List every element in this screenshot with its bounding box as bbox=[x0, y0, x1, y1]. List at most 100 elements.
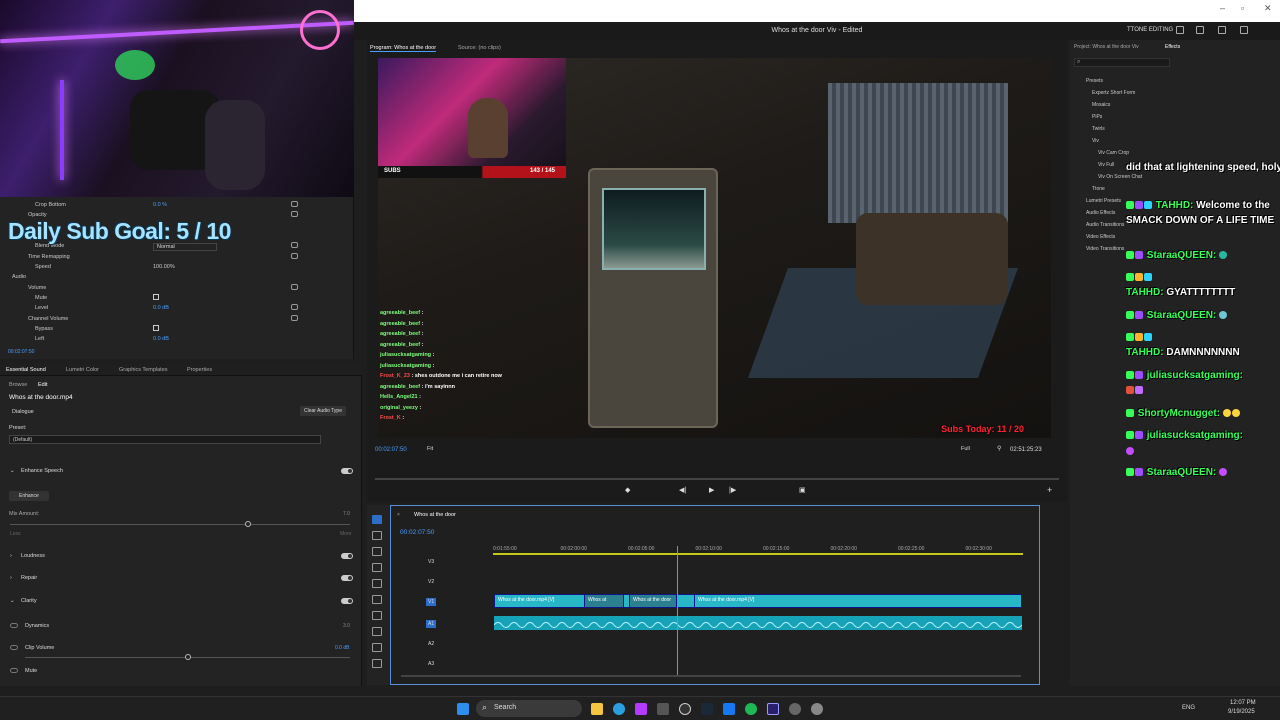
track-header-v1[interactable]: V1 bbox=[426, 598, 437, 606]
repair-toggle[interactable] bbox=[341, 575, 353, 581]
enhance-speech-toggle[interactable] bbox=[341, 468, 353, 474]
tab-program[interactable]: Program: Whos at the door bbox=[370, 45, 437, 52]
effects-tree-item[interactable]: Expertz Short Form bbox=[1092, 90, 1135, 96]
reset-icon[interactable] bbox=[291, 201, 298, 207]
effects-tree-item[interactable]: Video Effects bbox=[1086, 234, 1115, 240]
effects-search-input[interactable]: ⌕ bbox=[1074, 58, 1170, 67]
effects-tree-item[interactable]: Presets bbox=[1086, 78, 1103, 84]
audio-type-dialogue[interactable]: Dialogue bbox=[12, 409, 34, 415]
app-icon[interactable] bbox=[635, 703, 647, 715]
chevron-down-icon[interactable]: ⌄ bbox=[10, 598, 15, 604]
effects-tree-item[interactable]: Twirls bbox=[1092, 126, 1105, 132]
chevron-right-icon[interactable]: › bbox=[10, 553, 12, 559]
effects-tree-item[interactable]: PiPs bbox=[1092, 114, 1102, 120]
effect-row-value[interactable]: 100.00% bbox=[153, 264, 175, 270]
wrench-icon[interactable]: ⚲ bbox=[997, 445, 1001, 452]
language-indicator[interactable]: ENG bbox=[1182, 705, 1195, 711]
selection-tool-icon[interactable] bbox=[372, 515, 382, 524]
obs-icon[interactable] bbox=[789, 703, 801, 715]
clip-volume-toggle[interactable] bbox=[10, 645, 18, 650]
effects-tree-item[interactable]: Video Transitions bbox=[1086, 246, 1124, 252]
dropbox-icon[interactable] bbox=[723, 703, 735, 715]
app-icon[interactable] bbox=[657, 703, 669, 715]
add-button-icon[interactable]: + bbox=[1047, 485, 1052, 495]
timeline-timecode[interactable]: 00:02:07:50 bbox=[400, 529, 434, 536]
track-select-icon[interactable] bbox=[372, 531, 382, 540]
tab-effects[interactable]: Effects bbox=[1165, 44, 1180, 50]
effect-timecode[interactable]: 00:02:07:50 bbox=[8, 349, 34, 355]
tab-project[interactable]: Project: Whos at the door Viv bbox=[1074, 44, 1139, 50]
workspace-label[interactable]: TTONE EDITING bbox=[1127, 27, 1173, 33]
effects-tree-item[interactable]: Lumetri Presets bbox=[1086, 198, 1121, 204]
play-icon[interactable]: ▶ bbox=[709, 486, 714, 494]
workspace-menu-icon[interactable] bbox=[1218, 26, 1226, 34]
maximize-icon[interactable]: ▫ bbox=[1241, 3, 1244, 13]
minimize-icon[interactable]: – bbox=[1220, 3, 1225, 13]
close-icon[interactable]: ✕ bbox=[1264, 3, 1272, 14]
quick-export-icon[interactable] bbox=[1196, 26, 1204, 34]
steam-icon[interactable] bbox=[701, 703, 713, 715]
tab-lumetri-color[interactable]: Lumetri Color bbox=[66, 367, 99, 373]
timeline-clip[interactable]: Whos at bbox=[584, 594, 624, 608]
preset-select[interactable]: (Default) bbox=[9, 435, 321, 444]
effect-row-value[interactable]: 0.0 % bbox=[153, 202, 167, 208]
home-icon[interactable] bbox=[1176, 26, 1184, 34]
reset-icon[interactable] bbox=[291, 284, 298, 290]
program-timecode[interactable]: 00:02:07:50 bbox=[375, 447, 407, 453]
monitor-scrubber[interactable] bbox=[375, 478, 1059, 480]
work-area-bar[interactable] bbox=[493, 553, 1023, 555]
tab-edit[interactable]: Edit bbox=[38, 382, 47, 388]
fit-select[interactable]: Fit bbox=[427, 446, 433, 452]
type-icon[interactable] bbox=[372, 643, 382, 652]
timeline-clip[interactable]: Whos at the door bbox=[629, 594, 677, 608]
dynamics-toggle[interactable] bbox=[10, 623, 18, 628]
track-header-a3[interactable]: A3 bbox=[426, 660, 436, 668]
github-icon[interactable] bbox=[679, 703, 691, 715]
enhance-button[interactable]: Enhance bbox=[9, 491, 49, 501]
track-header-v3[interactable]: V3 bbox=[426, 558, 436, 566]
track-header-v2[interactable]: V2 bbox=[426, 578, 436, 586]
settings-icon[interactable] bbox=[811, 703, 823, 715]
clock-date[interactable]: 9/19/2025 bbox=[1228, 709, 1255, 715]
clear-audio-type-button[interactable]: Clear Audio Type bbox=[300, 406, 346, 416]
spotify-icon[interactable] bbox=[745, 703, 757, 715]
mute-checkbox[interactable] bbox=[153, 294, 159, 300]
reset-icon[interactable] bbox=[291, 304, 298, 310]
clip-volume-knob[interactable] bbox=[184, 654, 191, 660]
tab-browse[interactable]: Browse bbox=[9, 382, 27, 388]
premiere-icon[interactable] bbox=[767, 703, 779, 715]
ripple-edit-icon[interactable] bbox=[372, 547, 382, 556]
quality-select[interactable]: Full bbox=[961, 446, 970, 452]
effects-tree-item[interactable]: Viv bbox=[1092, 138, 1099, 144]
sequence-name[interactable]: Whos at the door bbox=[414, 512, 456, 518]
slip-icon[interactable] bbox=[372, 579, 382, 588]
effects-tree-item[interactable]: Audio Transitions bbox=[1086, 222, 1124, 228]
effect-row-value[interactable]: 0.0 dB bbox=[153, 305, 169, 311]
mix-amount-knob[interactable] bbox=[245, 521, 251, 527]
chevron-right-icon[interactable]: › bbox=[10, 575, 12, 581]
track-header-a1[interactable]: A1 bbox=[426, 620, 437, 628]
tab-graphics-templates[interactable]: Graphics Templates bbox=[119, 367, 168, 373]
reset-icon[interactable] bbox=[291, 253, 298, 259]
program-video-frame[interactable]: SUBS 143 / 145 agreeable_beef : agreeable… bbox=[378, 58, 1051, 438]
tab-essential-sound[interactable]: Essential Sound bbox=[6, 367, 46, 373]
track-header-a2[interactable]: A2 bbox=[426, 640, 436, 648]
caption-icon[interactable] bbox=[372, 659, 382, 668]
reset-icon[interactable] bbox=[291, 315, 298, 321]
step-back-icon[interactable]: ◀| bbox=[679, 486, 686, 494]
reset-icon[interactable] bbox=[291, 242, 298, 248]
tab-properties[interactable]: Properties bbox=[187, 367, 212, 373]
clarity-toggle[interactable] bbox=[341, 598, 353, 604]
effect-row-value[interactable]: 0.0 dB bbox=[153, 336, 169, 342]
playhead[interactable] bbox=[677, 546, 678, 676]
effects-tree-item[interactable]: Viv Full bbox=[1098, 162, 1114, 168]
marker-icon[interactable]: ◆ bbox=[625, 486, 630, 494]
fullscreen-icon[interactable] bbox=[1240, 26, 1248, 34]
effects-tree-item[interactable]: Viv Cam Crop bbox=[1098, 150, 1129, 156]
edge-icon[interactable] bbox=[613, 703, 625, 715]
timeline-clip[interactable]: Whos at the door.mp4 [V] bbox=[694, 594, 1022, 608]
close-icon[interactable]: × bbox=[397, 512, 400, 518]
audio-clip[interactable] bbox=[494, 616, 1022, 630]
razor-icon[interactable] bbox=[372, 563, 382, 572]
tab-source[interactable]: Source: (no clips) bbox=[458, 45, 501, 51]
